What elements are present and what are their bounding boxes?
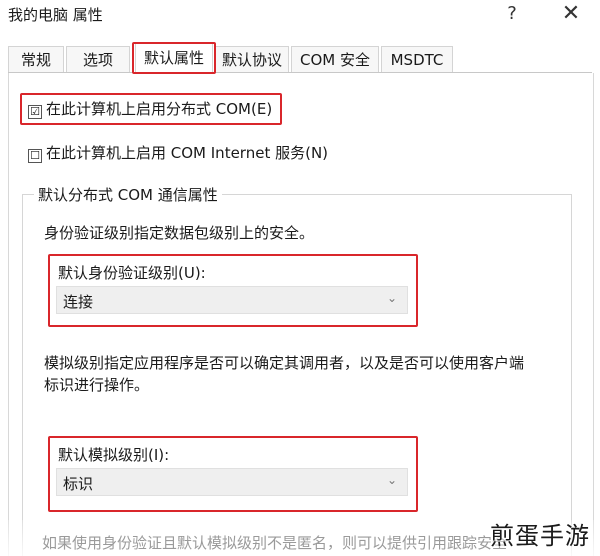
- tab-msdtc[interactable]: MSDTC: [381, 46, 453, 72]
- enable-com-internet-label: 在此计算机上启用 COM Internet 服务(N): [46, 144, 329, 162]
- chevron-down-icon: ⌄: [386, 473, 397, 487]
- watermark: 煎蛋手游: [490, 522, 590, 550]
- reference-tracking-description: 如果使用身份验证且默认模拟级别不是匿名，则可以提供引用跟踪安全: [42, 534, 508, 552]
- impersonation-level-label: 默认模拟级别(I):: [58, 446, 170, 464]
- auth-level-value: 连接: [63, 293, 94, 311]
- tab-highlight: [132, 42, 216, 74]
- chevron-down-icon: ⌄: [386, 291, 397, 305]
- close-button[interactable]: ✕: [556, 0, 586, 28]
- enable-com-internet-checkbox[interactable]: ☐: [28, 149, 42, 163]
- impersonation-level-dropdown[interactable]: 标识 ⌄: [56, 468, 408, 496]
- enable-com-internet-option[interactable]: ☐ 在此计算机上启用 COM Internet 服务(N): [28, 142, 328, 163]
- help-button[interactable]: ?: [500, 1, 524, 27]
- auth-level-dropdown[interactable]: 连接 ⌄: [56, 286, 408, 314]
- title-bar: 我的电脑 属性 ? ✕: [0, 0, 600, 34]
- impersonation-level-value: 标识: [63, 475, 94, 493]
- group-title: 默认分布式 COM 通信属性: [34, 184, 222, 205]
- auth-level-label: 默认身份验证级别(U):: [58, 264, 206, 282]
- enable-dcom-highlight: [20, 93, 282, 125]
- tab-options[interactable]: 选项: [66, 46, 130, 72]
- tab-com-security[interactable]: COM 安全: [291, 46, 379, 72]
- window-title: 我的电脑 属性: [8, 6, 103, 24]
- tab-general[interactable]: 常规: [8, 46, 64, 72]
- tab-default-protocols[interactable]: 默认协议: [215, 46, 289, 72]
- impersonation-description-line2: 标识进行操作。: [44, 376, 150, 394]
- auth-description: 身份验证级别指定数据包级别上的安全。: [44, 224, 315, 242]
- impersonation-description-line1: 模拟级别指定应用程序是否可以确定其调用者，以及是否可以使用客户端: [44, 354, 525, 372]
